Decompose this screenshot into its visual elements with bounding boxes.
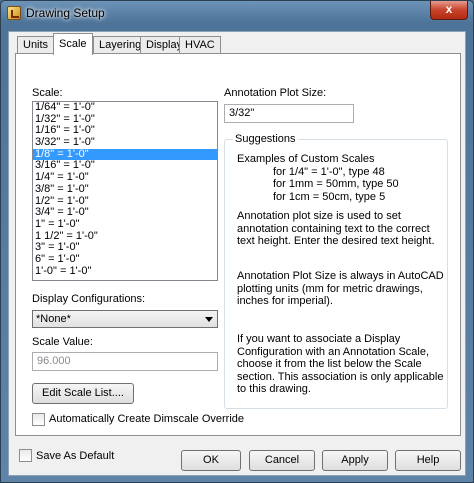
close-button[interactable]: x bbox=[430, 1, 468, 20]
annotation-plot-size-field[interactable]: 3/32" bbox=[224, 104, 354, 123]
title-bar[interactable]: Drawing Setup x bbox=[1, 1, 473, 25]
cancel-button[interactable]: Cancel bbox=[249, 450, 315, 471]
dialog-window: Drawing Setup x Units Scale Layering Dis… bbox=[0, 0, 474, 483]
scale-listbox[interactable]: 1/64" = 1'-0" 1/32" = 1'-0" 1/16" = 1'-0" 3… bbox=[32, 101, 218, 281]
window-title: Drawing Setup bbox=[26, 6, 105, 20]
scale-list-item[interactable]: 6" = 1'-0" bbox=[33, 253, 217, 266]
scale-list-item[interactable]: 1" = 1'-0" bbox=[33, 218, 217, 231]
scale-list-item[interactable]: 1'-0" = 1'-0" bbox=[33, 265, 217, 278]
scale-list-item[interactable]: 1/64" = 1'-0" bbox=[33, 102, 217, 114]
save-as-default-checkbox[interactable] bbox=[19, 449, 32, 462]
close-icon: x bbox=[445, 2, 453, 16]
suggestion-annotation-text: Annotation plot size is used to set anno… bbox=[237, 210, 435, 247]
display-config-value: *None* bbox=[36, 313, 71, 325]
suggestion-display-config: If you want to associate a Display Confi… bbox=[237, 333, 444, 395]
example-item: for 1cm = 50cm, type 5 bbox=[273, 190, 386, 203]
scale-value-field[interactable]: 96.000 bbox=[32, 352, 218, 371]
annotation-plot-size-label: Annotation Plot Size: bbox=[224, 87, 327, 99]
app-icon bbox=[7, 6, 21, 20]
auto-dimscale-checkbox[interactable] bbox=[32, 413, 45, 426]
display-config-select[interactable]: *None* bbox=[32, 310, 218, 328]
scale-list-item[interactable]: 3/8" = 1'-0" bbox=[33, 183, 217, 196]
help-button[interactable]: Help bbox=[395, 450, 461, 471]
suggestion-plot-units: Annotation Plot Size is always in AutoCA… bbox=[237, 270, 444, 307]
scale-label: Scale: bbox=[32, 87, 63, 99]
dialog-client: Units Scale Layering Display HVAC Scale:… bbox=[8, 31, 466, 476]
custom-scale-examples: Examples of Custom Scales for 1/4" = 1'-… bbox=[237, 153, 445, 203]
scale-value-label: Scale Value: bbox=[32, 336, 93, 348]
tab-units[interactable]: Units bbox=[17, 36, 55, 54]
example-item: for 1mm = 50mm, type 50 bbox=[273, 178, 399, 190]
suggestions-title: Suggestions bbox=[233, 133, 298, 145]
tab-hvac[interactable]: HVAC bbox=[179, 36, 221, 54]
ok-button[interactable]: OK bbox=[181, 450, 241, 471]
auto-dimscale-label: Automatically Create Dimscale Override bbox=[49, 413, 245, 425]
apply-button[interactable]: Apply bbox=[322, 450, 388, 471]
scale-tab-panel: Scale: 1/64" = 1'-0" 1/32" = 1'-0" 1/16" =… bbox=[15, 53, 461, 436]
edit-scale-list-button[interactable]: Edit Scale List.... bbox=[32, 383, 134, 404]
save-as-default-label: Save As Default bbox=[36, 450, 115, 462]
example-item: for 1/4" = 1'-0", type 48 bbox=[273, 165, 385, 178]
tab-scale[interactable]: Scale bbox=[53, 33, 93, 55]
suggestions-group: Suggestions Examples of Custom Scales fo… bbox=[224, 133, 448, 409]
chevron-down-icon bbox=[205, 317, 213, 322]
scale-list-item[interactable]: 3/32" = 1'-0" bbox=[33, 136, 217, 149]
examples-heading: Examples of Custom Scales bbox=[237, 153, 375, 165]
display-config-label: Display Configurations: bbox=[32, 293, 146, 305]
